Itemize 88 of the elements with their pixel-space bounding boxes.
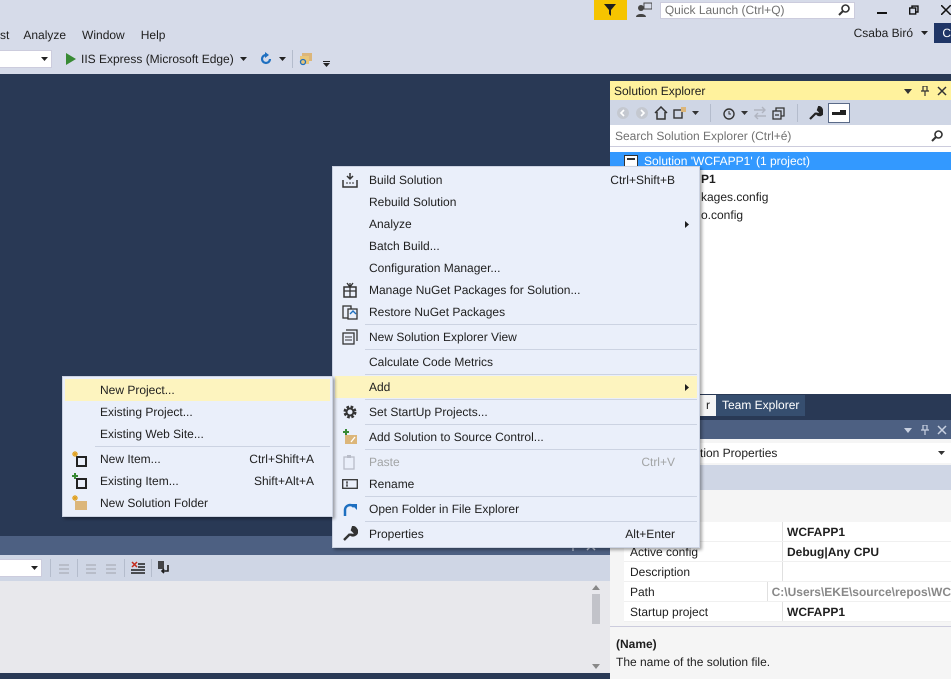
submenu-arrow-icon bbox=[685, 220, 689, 228]
home-icon[interactable] bbox=[654, 106, 668, 120]
tray-arrow-icon bbox=[342, 172, 358, 188]
property-value[interactable]: WCFAPP1 bbox=[783, 524, 846, 538]
menu-item[interactable]: Rename bbox=[335, 473, 697, 495]
menu-item[interactable]: New Solution Folder bbox=[65, 492, 330, 514]
word-wrap-icon[interactable] bbox=[158, 561, 172, 575]
menu-item[interactable]: Existing Web Site... bbox=[65, 423, 330, 445]
overflow-icon[interactable] bbox=[322, 61, 330, 67]
scrollbar[interactable] bbox=[590, 585, 602, 669]
tab[interactable]: Team Explorer bbox=[716, 395, 806, 416]
caret-icon[interactable] bbox=[921, 31, 928, 35]
panel-title: Solution Explorer bbox=[614, 84, 706, 98]
gear-icon bbox=[342, 404, 358, 420]
caret-icon bbox=[41, 57, 48, 61]
user-name[interactable]: Csaba Biró bbox=[854, 26, 913, 40]
search-field[interactable]: Search Solution Explorer (Ctrl+é) bbox=[610, 125, 951, 147]
star-folder-icon bbox=[72, 495, 88, 511]
menu-item[interactable]: Help bbox=[140, 24, 166, 42]
menu-item[interactable]: Properties Alt+Enter bbox=[335, 523, 697, 545]
solution-icon bbox=[624, 155, 638, 167]
folder-plus-icon bbox=[342, 429, 358, 445]
run-target-button[interactable]: IIS Express (Microsoft Edge) bbox=[81, 52, 234, 66]
property-name: Path bbox=[624, 582, 768, 601]
play-icon[interactable] bbox=[66, 53, 76, 65]
property-value[interactable]: WCFAPP1 bbox=[783, 604, 846, 618]
menu-item[interactable]: Analyze bbox=[335, 213, 697, 235]
menu-item[interactable]: st bbox=[0, 24, 10, 42]
property-name: Description bbox=[624, 562, 783, 581]
menu-item[interactable]: Open Folder in File Explorer bbox=[335, 498, 697, 520]
scroll-down-icon[interactable] bbox=[592, 664, 600, 669]
menu-item[interactable]: Manage NuGet Packages for Solution... bbox=[335, 279, 697, 301]
submenu-arrow-icon bbox=[685, 384, 689, 390]
menu-item[interactable]: Add bbox=[335, 376, 697, 398]
plus-square-icon bbox=[72, 473, 88, 489]
text-cursor-icon bbox=[342, 476, 358, 492]
menu-item[interactable]: New Item... Ctrl+Shift+A bbox=[65, 448, 330, 470]
close-icon[interactable] bbox=[937, 86, 947, 96]
menu-item[interactable]: Set StartUp Projects... bbox=[335, 401, 697, 423]
refresh-icon[interactable] bbox=[258, 52, 273, 66]
copy-icon bbox=[342, 304, 358, 320]
gift-icon bbox=[342, 282, 358, 298]
property-name: Startup project bbox=[624, 602, 783, 621]
star-square-icon bbox=[72, 451, 88, 467]
clock-icon[interactable] bbox=[722, 106, 736, 120]
clear-lines-icon[interactable] bbox=[131, 561, 145, 575]
caret-icon[interactable] bbox=[692, 110, 699, 114]
caret-icon bbox=[938, 451, 945, 455]
pin-icon[interactable] bbox=[920, 86, 930, 96]
property-value[interactable]: Debug|Any CPU bbox=[783, 544, 880, 558]
caret-icon[interactable] bbox=[278, 57, 286, 61]
wrench-icon[interactable] bbox=[809, 106, 823, 120]
caret-icon bbox=[31, 566, 38, 570]
scroll-thumb[interactable] bbox=[592, 594, 600, 624]
notification-filter-button[interactable] bbox=[594, 0, 627, 20]
avatar[interactable]: C bbox=[934, 23, 951, 43]
preview-icon bbox=[832, 110, 846, 116]
caret-icon[interactable] bbox=[240, 57, 247, 61]
menu-item[interactable]: Configuration Manager... bbox=[335, 257, 697, 279]
menu-item[interactable]: Restore NuGet Packages bbox=[335, 301, 697, 323]
search-icon bbox=[931, 130, 943, 142]
menu-item[interactable]: Existing Project... bbox=[65, 401, 330, 423]
menu-item[interactable]: New Project... bbox=[65, 379, 330, 401]
curved-arrow-icon bbox=[342, 501, 358, 517]
preview-toggle-button[interactable] bbox=[828, 102, 850, 122]
menu-item[interactable]: Window bbox=[82, 24, 125, 42]
funnel-icon bbox=[603, 3, 618, 17]
quick-launch-field[interactable]: Quick Launch (Ctrl+Q) bbox=[660, 2, 856, 18]
description-text: The name of the solution file. bbox=[616, 654, 772, 671]
menu-item[interactable]: Calculate Code Metrics bbox=[335, 351, 697, 373]
window-arrows-icon[interactable] bbox=[673, 106, 687, 120]
menu-item[interactable]: Build Solution Ctrl+Shift+B bbox=[335, 169, 697, 191]
window-list-icon bbox=[342, 329, 358, 345]
menu-item[interactable]: Existing Item... Shift+Alt+A bbox=[65, 470, 330, 492]
restore-icon[interactable] bbox=[909, 5, 920, 15]
collapse-icon[interactable] bbox=[772, 106, 786, 120]
menu-item[interactable]: Analyze bbox=[23, 24, 66, 42]
close-icon[interactable] bbox=[941, 5, 951, 15]
menu-item[interactable]: Batch Build... bbox=[335, 235, 697, 257]
wrench-icon bbox=[342, 526, 358, 542]
search-icon bbox=[838, 4, 850, 16]
caret-icon[interactable] bbox=[741, 110, 748, 114]
menu-item[interactable]: Rebuild Solution bbox=[335, 191, 697, 213]
scroll-up-icon[interactable] bbox=[592, 585, 600, 590]
menu-item[interactable]: New Solution Explorer View bbox=[335, 326, 697, 348]
folder-search-icon[interactable] bbox=[298, 52, 313, 66]
feedback-icon[interactable] bbox=[636, 2, 652, 18]
description-title: (Name) bbox=[616, 636, 658, 653]
